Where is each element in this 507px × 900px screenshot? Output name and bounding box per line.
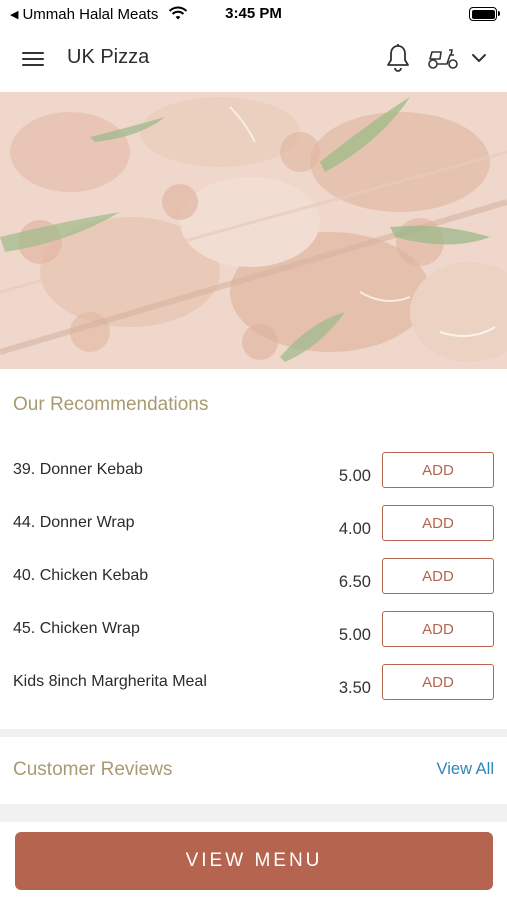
add-button[interactable]: ADD [382, 505, 494, 541]
menu-icon[interactable] [22, 50, 46, 68]
item-price: 5.00 [338, 626, 371, 644]
status-time: 3:45 PM [225, 5, 282, 22]
item-price: 4.00 [338, 520, 371, 538]
item-name: Kids 8inch Margherita Meal [13, 673, 207, 690]
view-menu-button[interactable]: VIEW MENU [15, 832, 493, 890]
item-name: 39. Donner Kebab [13, 461, 143, 478]
scooter-icon[interactable] [427, 46, 459, 70]
app-header: UK Pizza [0, 28, 507, 92]
status-bar: ◀ Ummah Halal Meats 3:45 PM [0, 0, 507, 28]
section-divider [0, 804, 507, 822]
page-title: UK Pizza [67, 46, 150, 68]
add-button[interactable]: ADD [382, 611, 494, 647]
item-price: 3.50 [338, 679, 371, 697]
hero-pizza-image [0, 92, 507, 369]
recommendations-title: Our Recommendations [13, 394, 209, 415]
item-name: 45. Chicken Wrap [13, 620, 140, 637]
item-price: 6.50 [338, 573, 371, 591]
bottom-bar: VIEW MENU [0, 822, 507, 900]
item-name: 40. Chicken Kebab [13, 567, 149, 584]
reviews-title: Customer Reviews [13, 759, 173, 780]
item-price: 5.00 [338, 467, 371, 485]
section-divider [0, 729, 507, 737]
add-button[interactable]: ADD [382, 664, 494, 700]
battery-icon [469, 7, 500, 21]
item-name: 44. Donner Wrap [13, 514, 135, 531]
view-all-reviews-link[interactable]: View All [437, 760, 494, 779]
add-button[interactable]: ADD [382, 558, 494, 594]
chevron-down-icon[interactable] [470, 51, 488, 65]
list-item: Kids 8inch Margherita Meal 3.50 ADD [0, 664, 507, 726]
add-button[interactable]: ADD [382, 452, 494, 488]
bell-icon[interactable] [384, 43, 412, 73]
